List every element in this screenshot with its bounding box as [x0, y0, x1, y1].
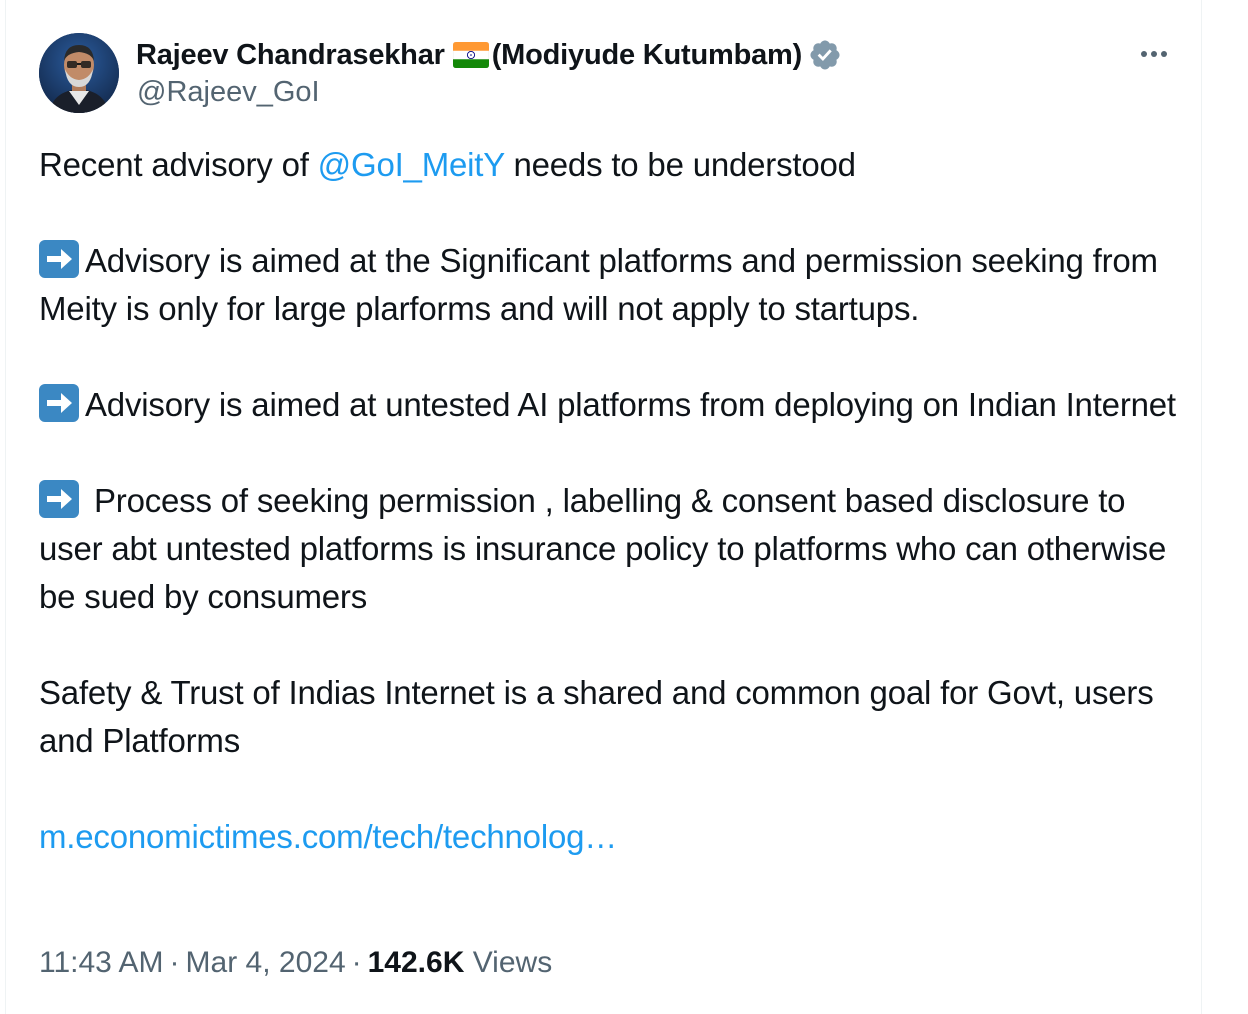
tweet-meta: 11:43 AM · Mar 4, 2024 · 142.6K Views [39, 941, 552, 985]
tweet-time[interactable]: 11:43 AM [39, 946, 164, 979]
intro-text-end: needs to be understood [504, 146, 856, 183]
point-3-text: Process of seeking permission , labellin… [39, 482, 1167, 615]
avatar[interactable] [39, 33, 119, 113]
verified-badge-icon[interactable] [808, 38, 842, 72]
tweet-card: Rajeev Chandrasekhar (Modiyude Kutumbam)… [5, 0, 1202, 1014]
author-name[interactable]: Rajeev Chandrasekhar [136, 39, 445, 72]
more-horizontal-icon[interactable] [1136, 40, 1172, 68]
right-arrow-emoji-icon [39, 480, 79, 518]
tweet-point-2: Advisory is aimed at untested AI platfor… [39, 381, 1189, 429]
author-name-row[interactable]: Rajeev Chandrasekhar (Modiyude Kutumbam) [136, 34, 842, 76]
tweet-text: Recent advisory of @GoI_MeitY needs to b… [39, 141, 1189, 861]
right-arrow-emoji-icon [39, 384, 79, 422]
author-name-suffix[interactable]: (Modiyude Kutumbam) [492, 39, 803, 72]
tweet-point-3: Process of seeking permission , labellin… [39, 477, 1189, 621]
author-handle[interactable]: @Rajeev_GoI [137, 76, 320, 109]
tweet-date[interactable]: Mar 4, 2024 [186, 946, 346, 979]
tweet-line-intro: Recent advisory of @GoI_MeitY needs to b… [39, 141, 1189, 189]
mention-link[interactable]: @GoI_MeitY [318, 146, 505, 183]
point-1-text: Advisory is aimed at the Significant pla… [39, 242, 1158, 327]
views-count[interactable]: 142.6K [368, 946, 465, 979]
point-2-text: Advisory is aimed at untested AI platfor… [85, 386, 1176, 423]
meta-separator: · [351, 946, 362, 979]
india-flag-icon [452, 41, 489, 69]
tweet-point-1: Advisory is aimed at the Significant pla… [39, 237, 1189, 333]
views-label[interactable]: Views [473, 946, 552, 979]
meta-separator: · [169, 946, 180, 979]
intro-text: Recent advisory of [39, 146, 318, 183]
right-arrow-emoji-icon [39, 240, 79, 278]
article-link[interactable]: m.economictimes.com/tech/technolog… [39, 818, 617, 855]
tweet-closing: Safety & Trust of Indias Internet is a s… [39, 674, 1154, 759]
